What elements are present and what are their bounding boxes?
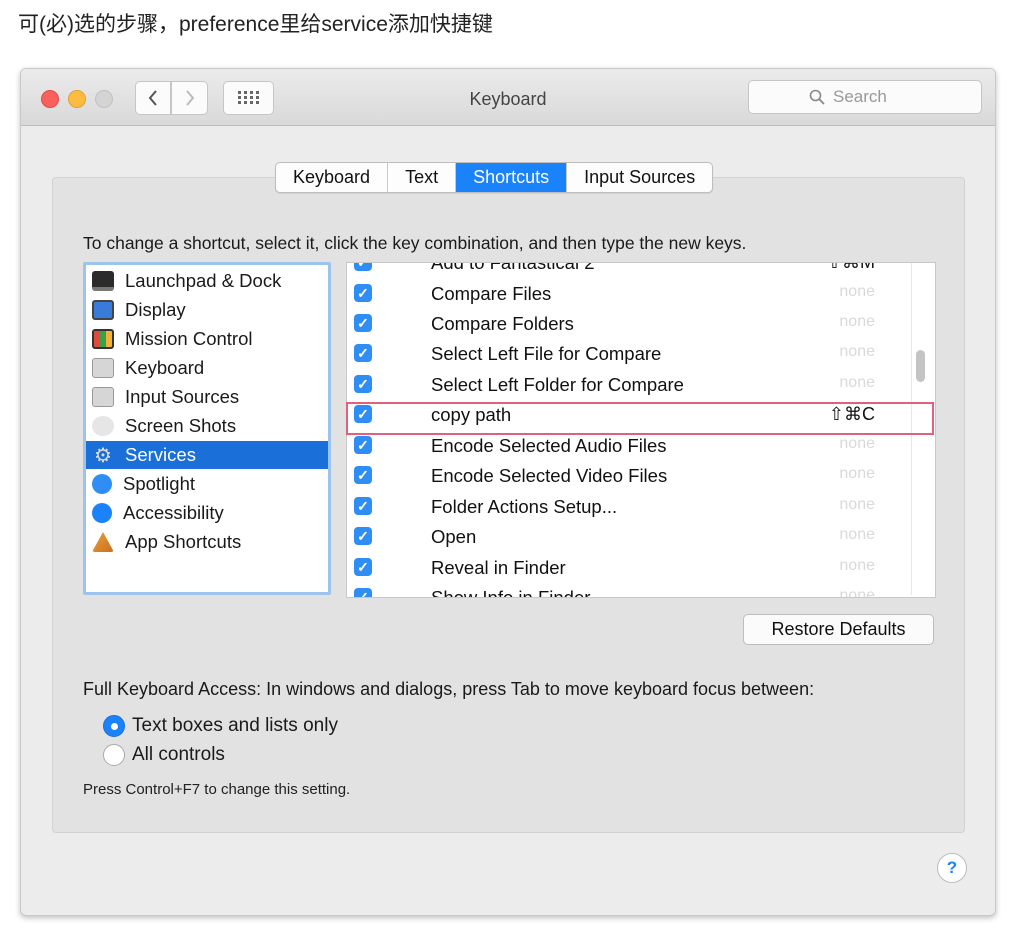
search-placeholder: Search	[833, 87, 887, 106]
launchpad-dock-icon	[92, 271, 114, 291]
checkbox-checked-icon[interactable]: ✓	[354, 263, 372, 271]
tab-bar: Keyboard Text Shortcuts Input Sources	[275, 162, 714, 193]
tab-input-sources[interactable]: Input Sources	[567, 163, 712, 192]
checkbox-checked-icon[interactable]: ✓	[354, 375, 372, 393]
category-list: Launchpad & Dock Display Mission Control…	[83, 262, 331, 595]
app-shortcuts-icon	[92, 532, 114, 552]
category-input-sources[interactable]: Input Sources	[86, 383, 328, 411]
caption-text: 可(必)选的步骤，preference里给service添加快捷键	[18, 13, 493, 36]
highlight-annotation-box	[346, 402, 934, 435]
shortcut-row[interactable]: ✓ Compare Files none	[347, 278, 935, 308]
radio-all-controls[interactable]	[103, 744, 125, 766]
shortcut-row[interactable]: ✓ Open none	[347, 521, 935, 551]
category-app-shortcuts[interactable]: App Shortcuts	[86, 528, 328, 556]
category-spotlight[interactable]: Spotlight	[86, 470, 328, 498]
shortcut-row[interactable]: ✓ Folder Actions Setup... none	[347, 491, 935, 521]
input-sources-icon	[92, 387, 114, 407]
instructions-text: To change a shortcut, select it, click t…	[83, 233, 747, 253]
checkbox-checked-icon[interactable]: ✓	[354, 314, 372, 332]
accessibility-icon	[92, 503, 112, 523]
radio-label-all-controls: All controls	[132, 744, 225, 765]
checkbox-checked-icon[interactable]: ✓	[354, 466, 372, 484]
radio-text-boxes-lists[interactable]	[103, 715, 125, 737]
category-display[interactable]: Display	[86, 296, 328, 324]
shortcut-row[interactable]: ✓ Select Left Folder for Compare none	[347, 369, 935, 399]
radio-label-text-boxes: Text boxes and lists only	[132, 715, 338, 736]
tab-text[interactable]: Text	[388, 163, 457, 192]
screen-shots-icon	[92, 416, 114, 436]
tab-keyboard[interactable]: Keyboard	[276, 163, 389, 192]
list-scrollbar-thumb[interactable]	[916, 350, 925, 382]
checkbox-checked-icon[interactable]: ✓	[354, 436, 372, 454]
search-icon	[809, 89, 825, 105]
category-screen-shots[interactable]: Screen Shots	[86, 412, 328, 440]
display-icon	[92, 300, 114, 320]
shortcut-row[interactable]: ✓ Select Left File for Compare none	[347, 338, 935, 368]
category-mission-control[interactable]: Mission Control	[86, 325, 328, 353]
shortcut-row[interactable]: ✓ Add to Fantastical 2 ⇧⌘M	[347, 263, 935, 277]
services-gear-icon: ⚙	[94, 444, 112, 467]
shortcut-row[interactable]: ✓ Reveal in Finder none	[347, 552, 935, 582]
tab-shortcuts[interactable]: Shortcuts	[456, 163, 568, 192]
restore-defaults-button[interactable]: Restore Defaults	[743, 614, 934, 645]
shortcut-row[interactable]: ✓ Show Info in Finder none	[347, 582, 935, 597]
keyboard-preferences-window: Keyboard Search Keyboard Text Shortcuts …	[20, 68, 996, 916]
category-launchpad-dock[interactable]: Launchpad & Dock	[86, 267, 328, 295]
search-field[interactable]: Search	[748, 80, 982, 114]
shortcut-row[interactable]: ✓ Compare Folders none	[347, 308, 935, 338]
checkbox-checked-icon[interactable]: ✓	[354, 558, 372, 576]
checkbox-checked-icon[interactable]: ✓	[354, 588, 372, 597]
spotlight-icon	[92, 474, 112, 494]
help-button[interactable]: ?	[937, 853, 967, 883]
title-bar: Keyboard Search	[21, 69, 995, 126]
control-f7-note: Press Control+F7 to change this setting.	[83, 781, 351, 798]
checkbox-checked-icon[interactable]: ✓	[354, 284, 372, 302]
category-keyboard[interactable]: Keyboard	[86, 354, 328, 382]
mission-control-icon	[92, 329, 114, 349]
full-keyboard-access-label: Full Keyboard Access: In windows and dia…	[83, 679, 815, 699]
checkbox-checked-icon[interactable]: ✓	[354, 344, 372, 362]
category-services[interactable]: ⚙ Services	[86, 441, 328, 469]
category-accessibility[interactable]: Accessibility	[86, 499, 328, 527]
checkbox-checked-icon[interactable]: ✓	[354, 527, 372, 545]
checkbox-checked-icon[interactable]: ✓	[354, 497, 372, 515]
keyboard-icon	[92, 358, 114, 378]
shortcut-row[interactable]: ✓ Encode Selected Video Files none	[347, 460, 935, 490]
